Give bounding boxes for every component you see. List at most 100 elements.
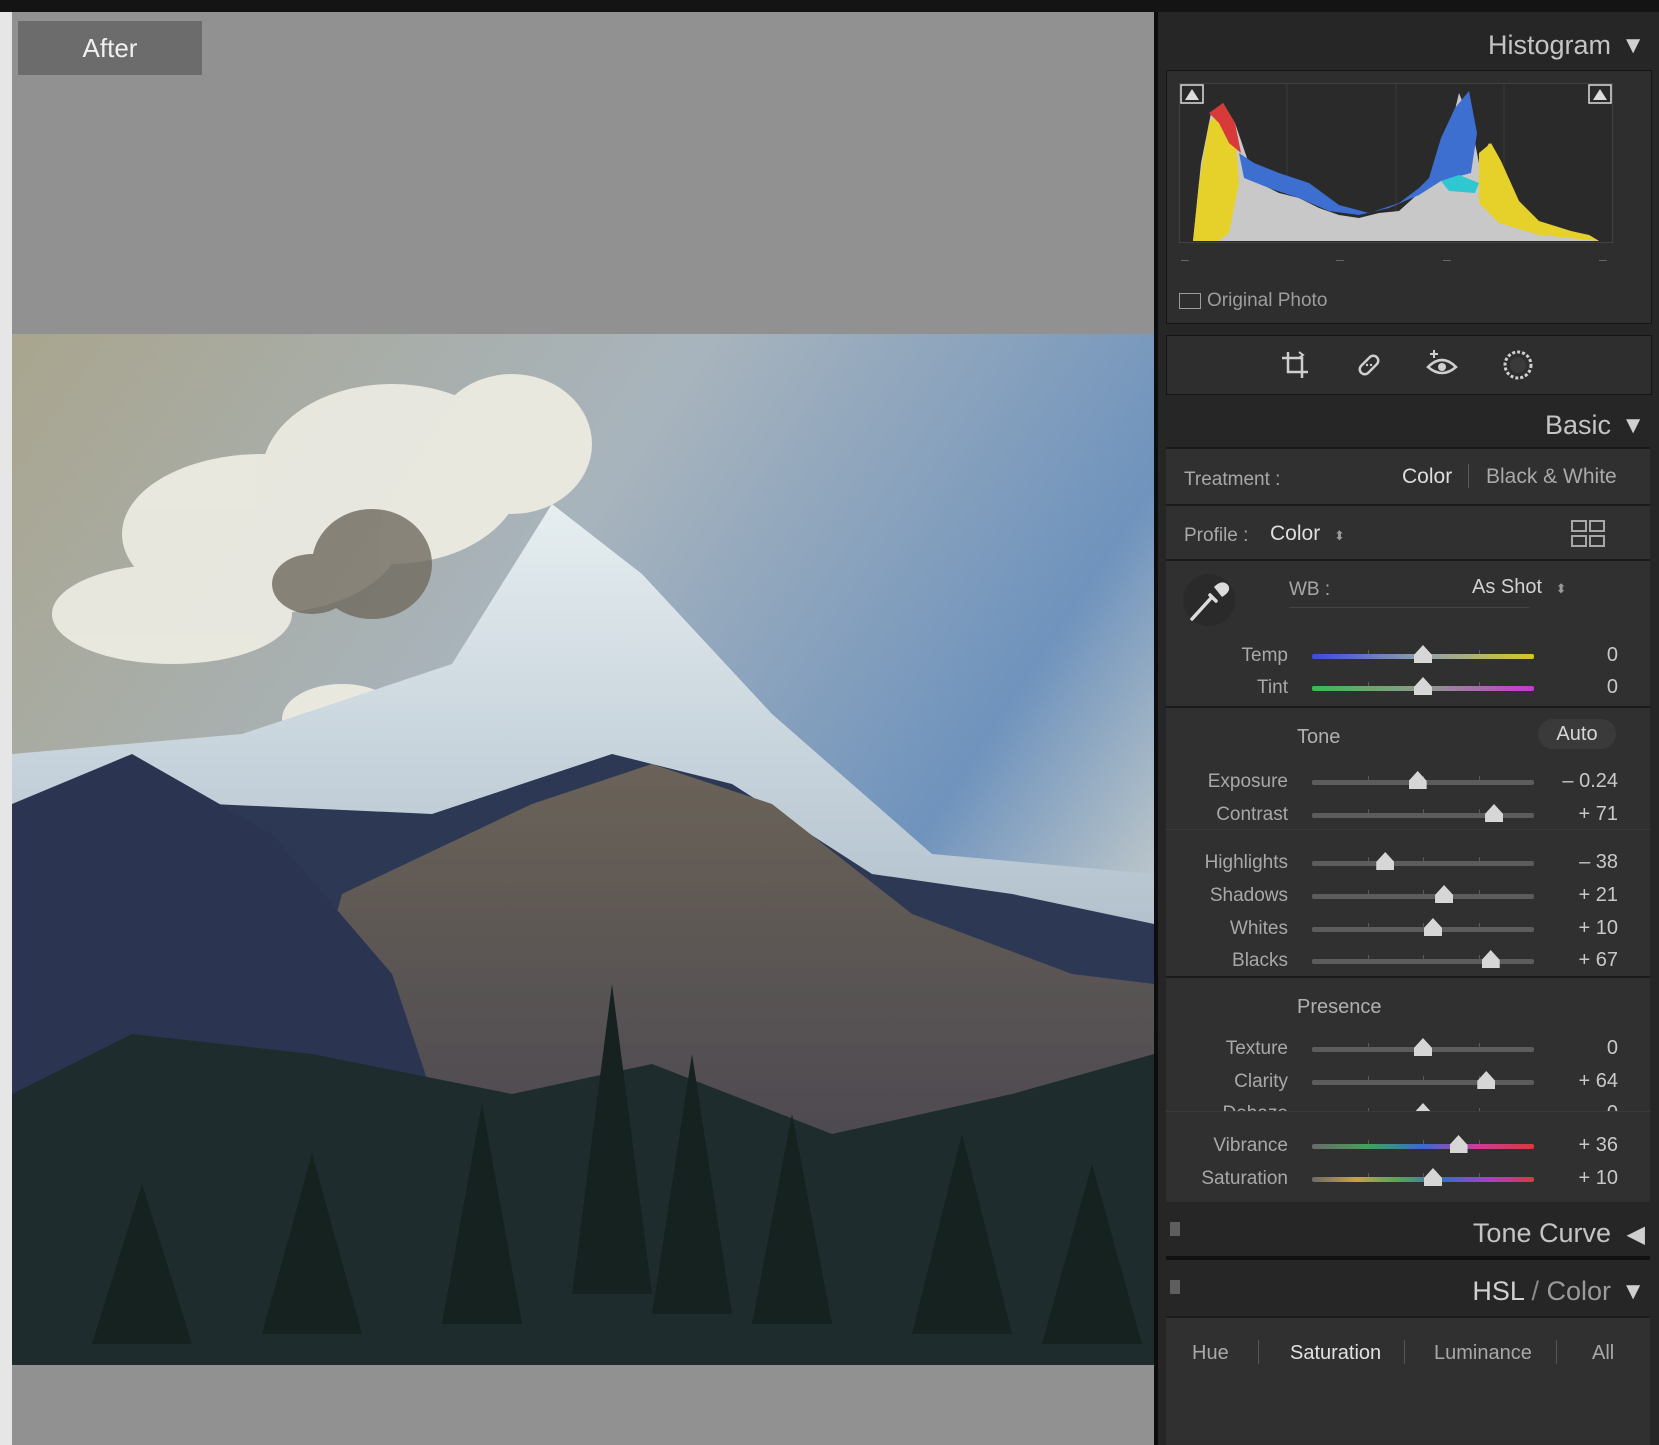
- hsl-header[interactable]: HSL / Color ▼: [1158, 1266, 1659, 1316]
- histogram-title: Histogram: [1487, 30, 1611, 60]
- wb-select[interactable]: As Shot ⬍: [1472, 576, 1567, 599]
- slider-tick: [1367, 923, 1369, 927]
- updown-icon: ⬍: [1555, 581, 1567, 596]
- updown-icon: ⬍: [1334, 528, 1345, 543]
- slider-tick: [1367, 776, 1369, 780]
- highlights-slider[interactable]: [1312, 857, 1534, 866]
- whites-slider[interactable]: [1312, 923, 1534, 932]
- wb-value: As Shot: [1472, 576, 1543, 598]
- treatment-separator: [1468, 464, 1469, 488]
- slider-label-shadows: Shadows: [1209, 885, 1288, 906]
- basic-header[interactable]: Basic ▼: [1158, 400, 1659, 450]
- tab-all[interactable]: All: [1592, 1342, 1614, 1365]
- contrast-slider[interactable]: [1312, 809, 1534, 818]
- triangle-down-icon[interactable]: ▼: [1621, 1278, 1645, 1306]
- tone-label: Tone: [1297, 726, 1341, 748]
- tone-curve-header[interactable]: Tone Curve ◀: [1158, 1208, 1659, 1254]
- histogram-box: – – – – Original Photo: [1166, 70, 1652, 324]
- tab-separator: [1556, 1340, 1557, 1364]
- saturation-slider[interactable]: [1312, 1173, 1534, 1182]
- slider-label-clarity: Clarity: [1234, 1071, 1288, 1092]
- slider-tick: [1423, 890, 1424, 894]
- crop-icon[interactable]: [1279, 349, 1311, 381]
- triangle-down-icon[interactable]: ▼: [1621, 32, 1645, 60]
- slider-tick: [1367, 682, 1369, 686]
- slider-tick: [1367, 1076, 1369, 1080]
- texture-value[interactable]: 0: [1528, 1037, 1618, 1060]
- treatment-label: Treatment :: [1184, 469, 1281, 490]
- texture-slider[interactable]: [1312, 1043, 1534, 1052]
- histogram-header[interactable]: Histogram ▼: [1158, 20, 1659, 70]
- photo-canvas[interactable]: After: [12, 12, 1154, 1445]
- section-separator: [1166, 1256, 1650, 1260]
- slider-tick: [1367, 890, 1369, 894]
- profile-browser-icon[interactable]: [1570, 519, 1606, 549]
- profile-label: Profile :: [1184, 525, 1249, 546]
- slider-tick: [1367, 955, 1369, 959]
- temp-slider[interactable]: [1312, 650, 1534, 659]
- triangle-down-icon[interactable]: ▼: [1621, 412, 1645, 440]
- mask-icon[interactable]: [1501, 348, 1535, 382]
- exposure-slider[interactable]: [1312, 776, 1534, 785]
- exposure-value[interactable]: – 0.24: [1528, 770, 1618, 793]
- slider-tick: [1478, 682, 1480, 686]
- presence-section: Presence Texture0Clarity+ 64Dehaze0: [1166, 976, 1650, 1124]
- shadows-value[interactable]: + 21: [1528, 884, 1618, 907]
- treatment-bw-option[interactable]: Black & White: [1486, 465, 1617, 489]
- red-eye-icon[interactable]: [1425, 347, 1459, 381]
- tab-saturation[interactable]: Saturation: [1290, 1342, 1381, 1365]
- tab-separator: [1258, 1340, 1259, 1364]
- hsl-title-color: Color: [1546, 1276, 1611, 1306]
- slider-label-temp: Temp: [1241, 645, 1288, 666]
- saturation-value[interactable]: + 10: [1528, 1167, 1618, 1190]
- tint-value[interactable]: 0: [1528, 676, 1618, 699]
- vibrance-slider[interactable]: [1312, 1140, 1534, 1149]
- tab-hue[interactable]: Hue: [1192, 1342, 1229, 1365]
- tab-luminance[interactable]: Luminance: [1434, 1342, 1532, 1365]
- wb-underline: [1289, 607, 1529, 608]
- profile-select[interactable]: Color ⬍: [1270, 522, 1345, 546]
- mountain-photo: [12, 334, 1154, 1365]
- photo-preview[interactable]: [12, 334, 1154, 1365]
- whites-value[interactable]: + 10: [1528, 917, 1618, 940]
- hsl-tabs: Hue Saturation Luminance All: [1166, 1316, 1650, 1445]
- blacks-slider[interactable]: [1312, 955, 1534, 964]
- slider-tick: [1423, 1173, 1424, 1177]
- slider-tick: [1423, 955, 1424, 959]
- tool-strip: [1166, 335, 1652, 395]
- panel-switch-icon[interactable]: [1170, 1280, 1180, 1294]
- slider-label-whites: Whites: [1229, 918, 1288, 939]
- checkbox-icon[interactable]: [1179, 293, 1201, 309]
- original-photo-toggle[interactable]: Original Photo: [1179, 289, 1327, 313]
- after-badge: After: [18, 21, 202, 75]
- contrast-value[interactable]: + 71: [1528, 803, 1618, 826]
- histogram-chart: [1179, 83, 1613, 243]
- slider-tick: [1423, 1076, 1424, 1080]
- wb-section: WB : As Shot ⬍ Temp 0 Tint 0: [1166, 559, 1650, 707]
- slider-label-contrast: Contrast: [1216, 804, 1288, 825]
- clarity-value[interactable]: + 64: [1528, 1070, 1618, 1093]
- hsl-title-sep: /: [1523, 1276, 1547, 1306]
- slider-tick: [1423, 857, 1424, 861]
- develop-panel: Histogram ▼ – – – – Original Photo Basic…: [1158, 12, 1659, 1445]
- slider-tick: [1367, 1140, 1369, 1144]
- highlights-value[interactable]: – 38: [1528, 851, 1618, 874]
- eyedropper-icon[interactable]: [1182, 573, 1236, 627]
- shadows-slider[interactable]: [1312, 890, 1534, 899]
- blacks-value[interactable]: + 67: [1528, 949, 1618, 972]
- vibrance-value[interactable]: + 36: [1528, 1134, 1618, 1157]
- panel-switch-icon[interactable]: [1170, 1222, 1180, 1236]
- slider-tick: [1478, 1043, 1480, 1047]
- top-bar: [0, 0, 1659, 12]
- clarity-slider[interactable]: [1312, 1076, 1534, 1085]
- slider-tick: [1367, 1043, 1369, 1047]
- triangle-left-icon[interactable]: ◀: [1627, 1220, 1645, 1249]
- treatment-color-option[interactable]: Color: [1402, 465, 1452, 489]
- slider-tick: [1423, 923, 1424, 927]
- slider-tick: [1367, 857, 1369, 861]
- healing-icon[interactable]: [1353, 349, 1385, 381]
- tint-slider[interactable]: [1312, 682, 1534, 691]
- temp-value[interactable]: 0: [1528, 644, 1618, 667]
- auto-button[interactable]: Auto: [1538, 719, 1616, 749]
- slider-label-exposure: Exposure: [1207, 771, 1288, 792]
